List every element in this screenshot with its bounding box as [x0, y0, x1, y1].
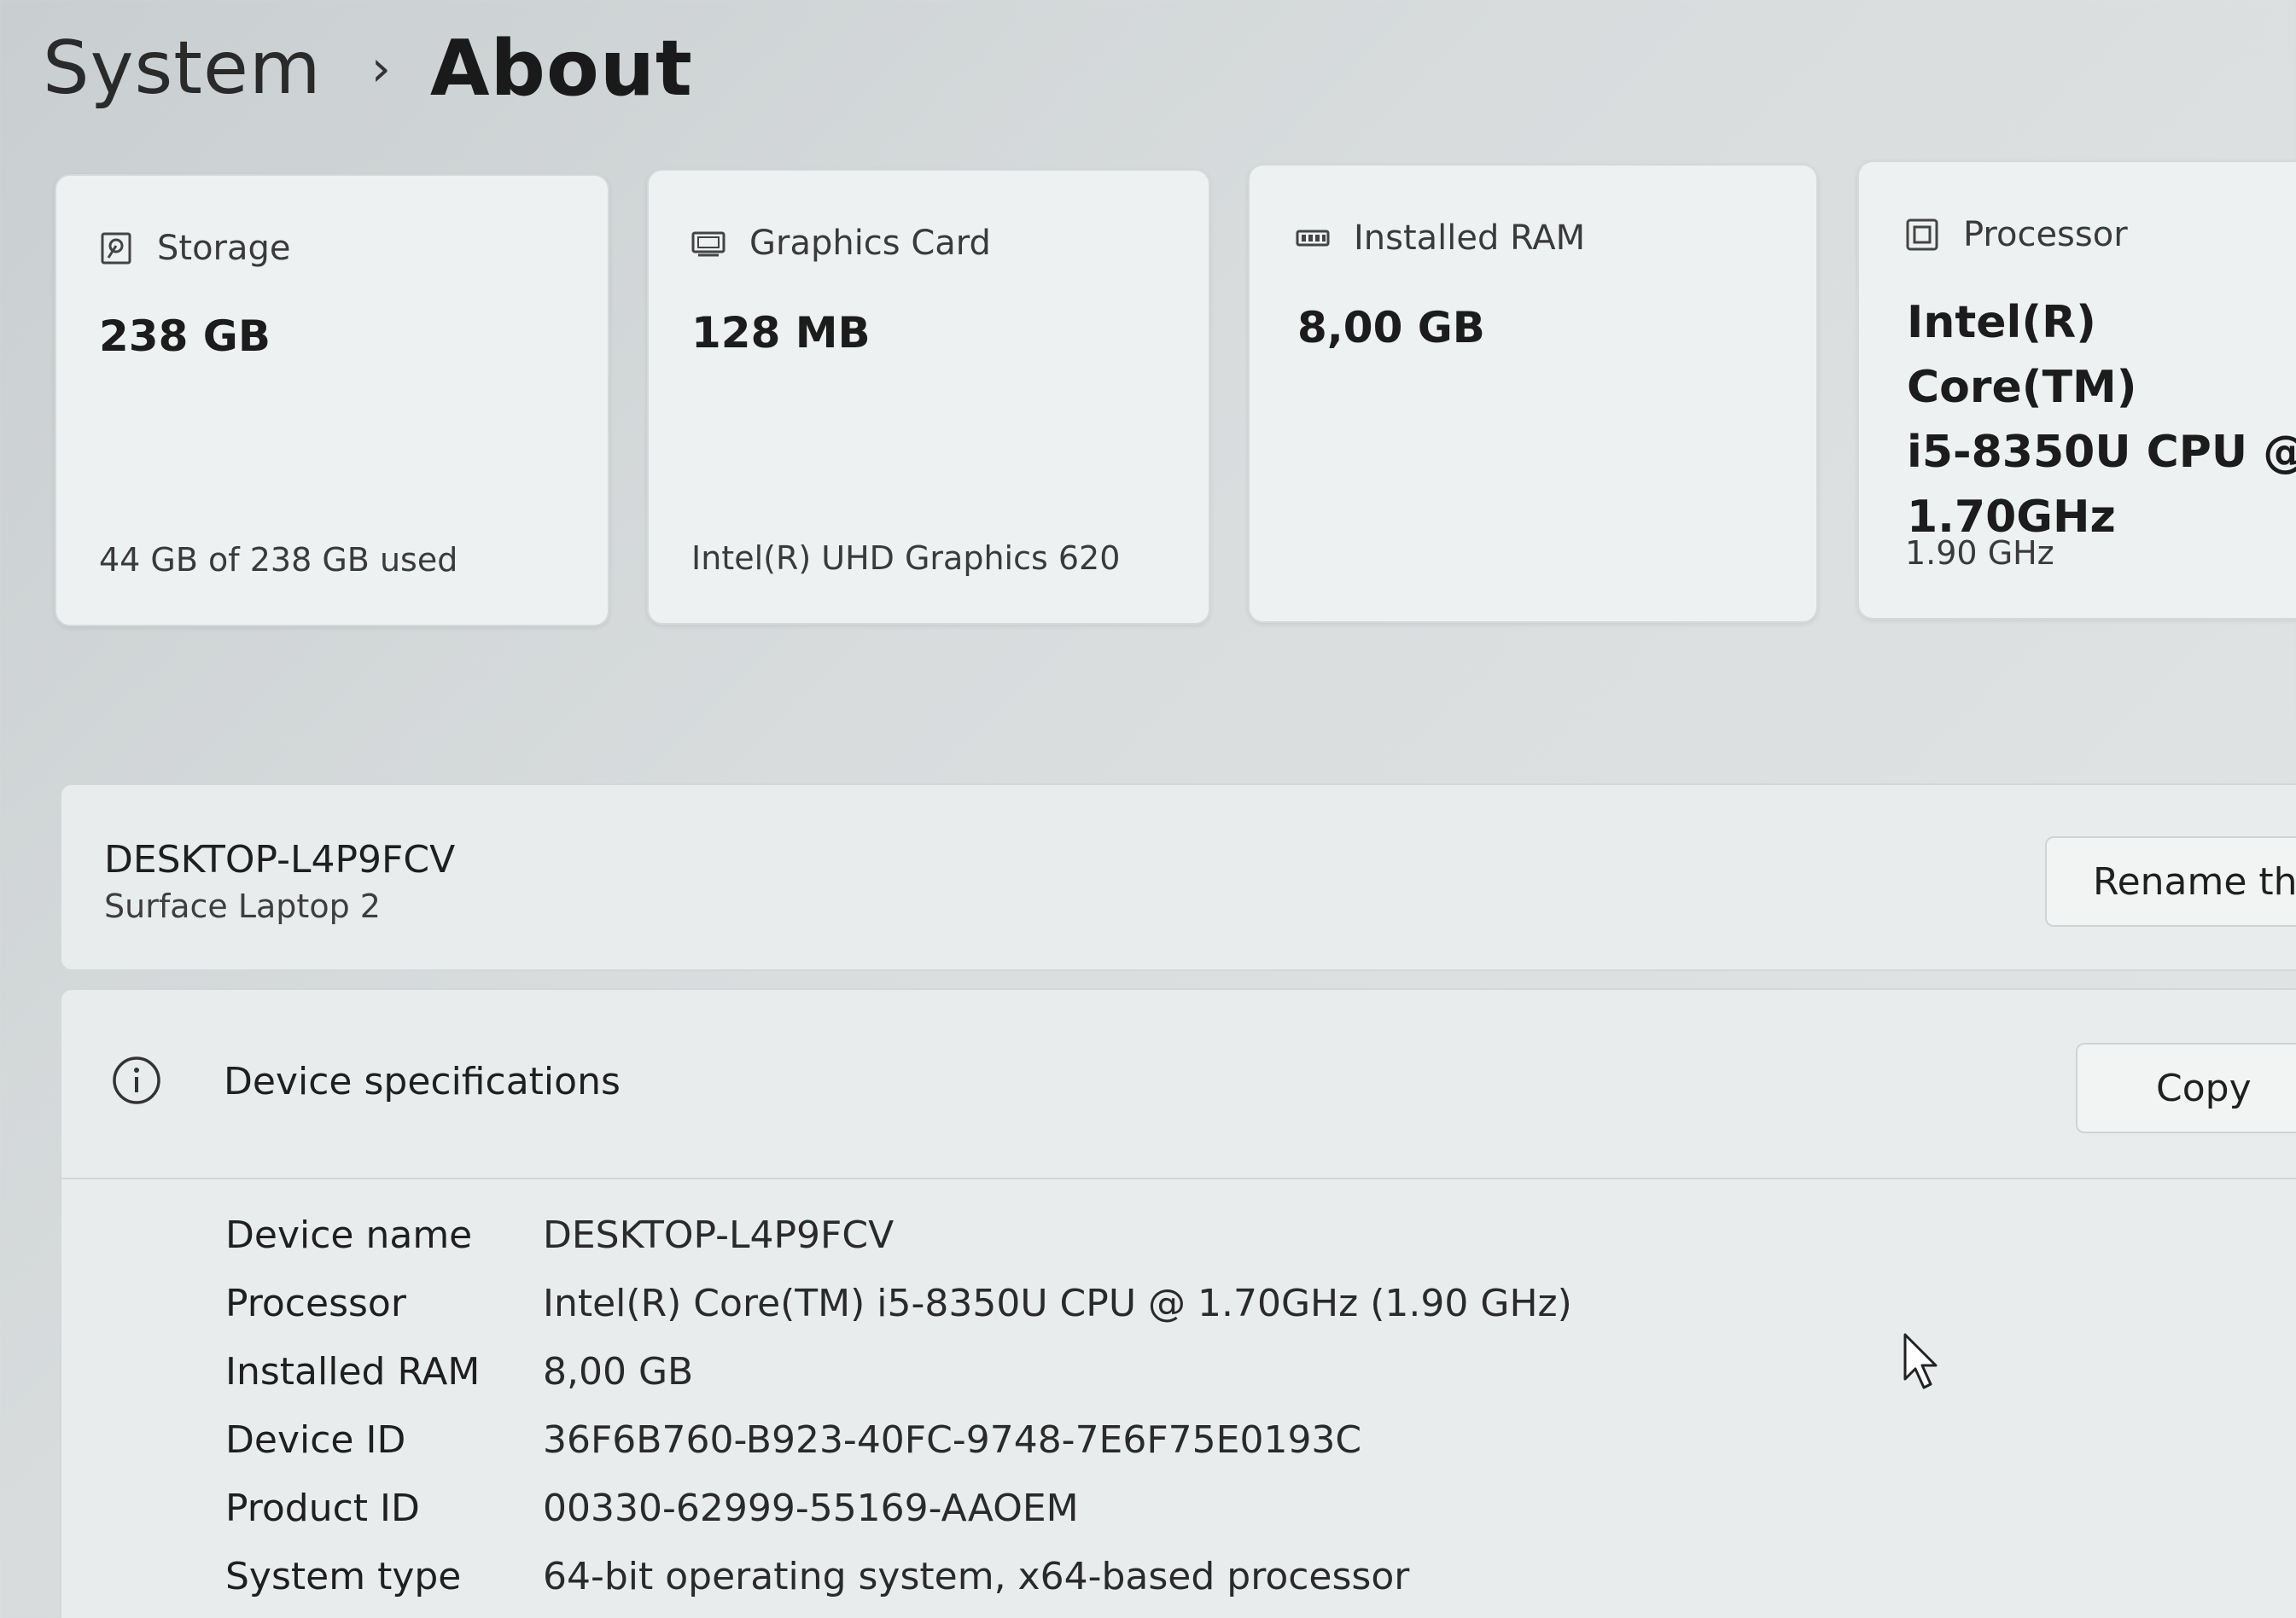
spec-label: Device ID	[225, 1417, 406, 1462]
storage-value: 238 GB	[99, 311, 271, 361]
installed-ram-value: 8,00 GB	[1297, 303, 1485, 352]
spec-label: Processor	[225, 1281, 406, 1325]
device-name: DESKTOP-L4P9FCV	[104, 838, 456, 882]
spec-value: 36F6B760-B923-40FC-9748-7E6F75E0193C	[543, 1417, 1362, 1462]
device-model: Surface Laptop 2	[104, 888, 381, 925]
spec-value: DESKTOP-L4P9FCV	[543, 1213, 895, 1257]
installed-ram-title: Installed RAM	[1354, 218, 1586, 258]
copy-button[interactable]: Copy	[2076, 1043, 2296, 1133]
breadcrumb-system-link[interactable]: System	[43, 26, 322, 111]
mouse-cursor-icon	[1903, 1333, 1938, 1389]
storage-icon	[101, 232, 131, 265]
processor-name: Intel(R) Core(TM) i5-8350U CPU @ 1.70GHz	[1907, 290, 2296, 550]
device-specifications-title: Device specifications	[224, 1060, 621, 1103]
storage-usage: 44 GB of 238 GB used	[99, 541, 458, 579]
device-name-row: DESKTOP-L4P9FCV Surface Laptop 2 Rename …	[60, 783, 2296, 971]
processor-name-line-1: Intel(R) Core(TM)	[1907, 297, 2137, 413]
spec-value: Intel(R) Core(TM) i5-8350U CPU @ 1.70GHz…	[543, 1281, 1572, 1325]
installed-ram-header: Installed RAM	[1296, 218, 1585, 258]
processor-name-line-2: i5-8350U CPU @	[1907, 427, 2296, 478]
spec-value: 8,00 GB	[543, 1349, 694, 1394]
spec-row-processor: Processor Intel(R) Core(TM) i5-8350U CPU…	[225, 1273, 1572, 1333]
spec-label: Product ID	[225, 1486, 420, 1530]
graphics-memory-value: 128 MB	[691, 308, 871, 358]
processor-header: Processor	[1905, 215, 2128, 254]
ram-icon	[1296, 230, 1330, 247]
graphics-card-card: Graphics Card 128 MB Intel(R) UHD Graphi…	[647, 169, 1210, 625]
processor-icon	[1906, 218, 1938, 251]
device-specifications-section: Device specifications Copy Device name D…	[60, 988, 2296, 1618]
storage-card-title: Storage	[157, 229, 291, 268]
spec-row-system-type: System type 64-bit operating system, x64…	[225, 1546, 1409, 1606]
spec-row-device-name: Device name DESKTOP-L4P9FCV	[225, 1205, 894, 1265]
device-specifications-header[interactable]: Device specifications Copy	[61, 990, 2296, 1179]
processor-speed: 1.90 GHz	[1905, 534, 2054, 572]
spec-label: System type	[225, 1554, 462, 1598]
graphics-adapter-name: Intel(R) UHD Graphics 620	[691, 539, 1121, 577]
spec-label: Installed RAM	[225, 1349, 481, 1394]
spec-row-device-id: Device ID 36F6B760-B923-40FC-9748-7E6F75…	[225, 1410, 1361, 1470]
spec-value: 64-bit operating system, x64-based proce…	[543, 1554, 1410, 1598]
storage-card-header: Storage	[99, 229, 291, 268]
storage-card: Storage 238 GB 44 GB of 238 GB used	[55, 174, 609, 626]
graphics-card-title: Graphics Card	[749, 224, 991, 263]
processor-card: Processor Intel(R) Core(TM) i5-8350U CPU…	[1857, 160, 2296, 620]
processor-title: Processor	[1963, 215, 2128, 254]
spec-value: 00330-62999-55169-AAOEM	[543, 1486, 1079, 1530]
rename-pc-button[interactable]: Rename thi	[2045, 836, 2296, 927]
info-icon	[113, 1056, 160, 1104]
breadcrumb: System › About	[43, 17, 693, 119]
installed-ram-card: Installed RAM 8,00 GB	[1248, 164, 1818, 623]
spec-row-product-id: Product ID 00330-62999-55169-AAOEM	[225, 1478, 1079, 1538]
graphics-card-header: Graphics Card	[691, 224, 991, 263]
spec-row-installed-ram: Installed RAM 8,00 GB	[225, 1342, 693, 1401]
spec-label: Device name	[225, 1213, 473, 1257]
breadcrumb-separator: ›	[370, 39, 391, 97]
page-title: About	[429, 23, 693, 113]
graphics-card-icon	[691, 231, 726, 257]
